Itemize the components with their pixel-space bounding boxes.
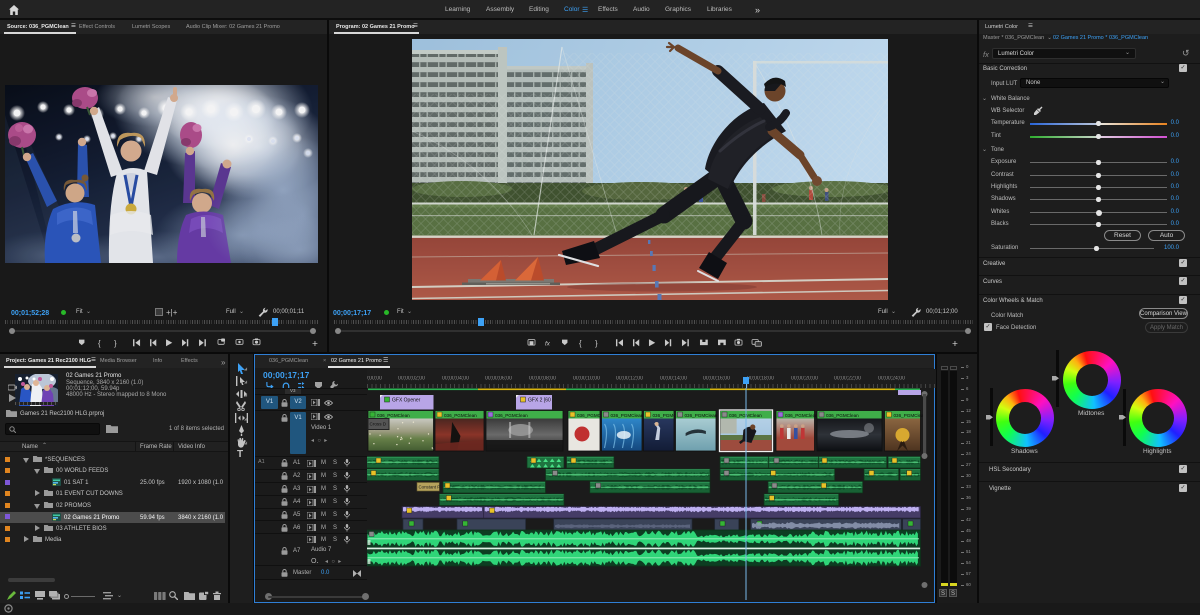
svg-text:GFX 2 [60: GFX 2 [60 <box>528 398 551 404</box>
svg-text:}: } <box>114 339 117 348</box>
svg-text:+: + <box>952 339 958 350</box>
svg-text:036_PGMClean: 036_PGMClean <box>785 413 818 418</box>
svg-text:036_PGMClean: 036_PGMClean <box>826 413 859 418</box>
svg-text:Cross D: Cross D <box>370 422 387 427</box>
svg-text:Constant P: Constant P <box>419 485 441 490</box>
svg-text:{: { <box>579 339 582 348</box>
svg-text:036_PGMClean: 036_PGMClean <box>611 413 644 418</box>
svg-text:fx: fx <box>545 340 551 347</box>
svg-text:+: + <box>312 339 318 350</box>
svg-text:{: { <box>98 339 101 348</box>
svg-text:036_PGMClean: 036_PGMClean <box>495 413 528 418</box>
svg-text:036_PGMClean: 036_PGMClean <box>377 413 410 418</box>
svg-text:036_PGMClean: 036_PGMClean <box>685 413 718 418</box>
svg-text:036_PGMClean: 036_PGMClean <box>894 413 927 418</box>
svg-text:036_PGMClean: 036_PGMClean <box>444 413 477 418</box>
svg-text:GFX Opener: GFX Opener <box>392 398 421 404</box>
svg-text:}: } <box>595 339 598 348</box>
